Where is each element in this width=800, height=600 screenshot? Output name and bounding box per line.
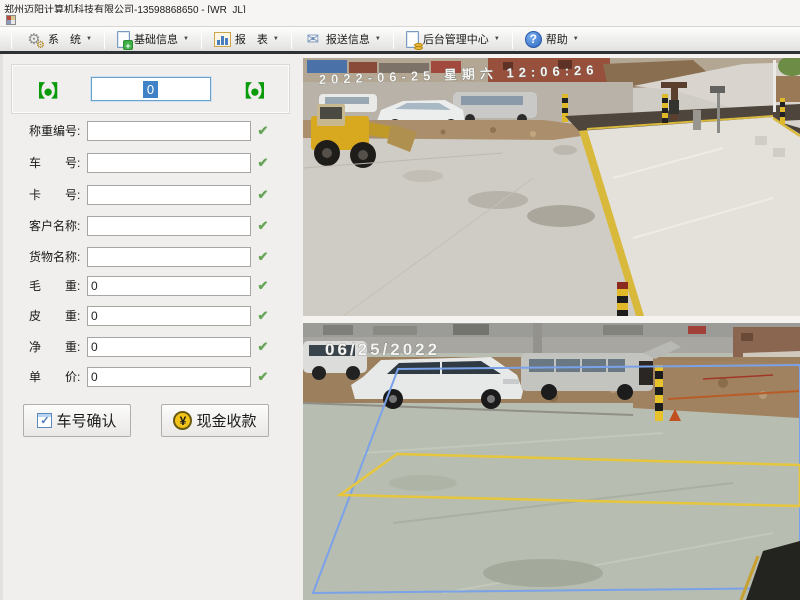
gross-weight-input[interactable] xyxy=(87,276,251,296)
chevron-down-icon: ▼ xyxy=(573,36,579,42)
check-icon: ✔ xyxy=(255,186,271,204)
app-icon[interactable] xyxy=(6,15,16,25)
toolbar-item-label: 报 表 xyxy=(235,31,268,47)
chevron-down-icon: ▼ xyxy=(86,36,92,42)
title-bar: 郑州迈阳计算机科技有限公司-13598868650 - [WR_JL] xyxy=(0,0,800,13)
check-icon: ✔ xyxy=(255,277,271,295)
toolbar-item-label: 报送信息 xyxy=(326,31,370,47)
report-icon xyxy=(214,32,231,47)
toolbar-item-report[interactable]: 报 表 ▼ xyxy=(207,28,286,51)
camera-bottom-scene: 06/25/2022 xyxy=(303,323,800,600)
field-label: 皮 重: xyxy=(29,306,87,327)
unit-price-input[interactable] xyxy=(87,367,251,387)
form-row-net-weight: 净 重: ✔ xyxy=(3,337,306,358)
check-icon: ✔ xyxy=(255,122,271,140)
toolbar-item-admin-center[interactable]: 后台管理中心 ▼ xyxy=(399,28,507,51)
toolbar-item-base-info[interactable]: + 基础信息 ▼ xyxy=(110,28,196,51)
check-icon: ✔ xyxy=(255,307,271,325)
field-label: 单 价: xyxy=(29,367,87,388)
yuan-coin-icon: ¥ xyxy=(173,411,192,430)
form-row-vehicle-no: 车 号: ✔ xyxy=(3,153,306,174)
camera-top-scene: 2022-06-25 星期六 12:06:26 xyxy=(303,58,800,316)
menu-row xyxy=(0,13,800,26)
checkbox-icon: ✓ xyxy=(37,413,52,428)
status-indicator-right: 【●】 xyxy=(235,77,273,102)
check-icon: ✔ xyxy=(255,217,271,235)
toolbar-item-send-info[interactable]: ✉ 报送信息 ▼ xyxy=(297,28,388,51)
form-row-unit-price: 单 价: ✔ xyxy=(3,367,306,388)
toolbar-item-label: 后台管理中心 xyxy=(423,31,489,47)
help-icon: ? xyxy=(525,31,542,48)
toolbar-item-label: 基础信息 xyxy=(134,31,178,47)
weighing-form-panel: 【●】 0 【●】 称重编号: ✔ 车 号: ✔ 卡 号: ✔ 客户名称: ✔ xyxy=(0,54,303,600)
toolbar-item-label: 帮助 xyxy=(546,31,568,47)
status-indicator-left: 【●】 xyxy=(28,77,66,102)
field-label: 卡 号: xyxy=(29,185,87,206)
base-info-icon: + xyxy=(117,31,130,48)
toolbar-separator xyxy=(201,30,202,49)
send-info-icon: ✉ xyxy=(304,31,322,47)
weight-value: 0 xyxy=(143,81,158,98)
form-row-weigh-no: 称重编号: ✔ xyxy=(3,121,306,142)
vehicle-confirm-button[interactable]: ✓ 车号确认 xyxy=(23,404,131,437)
check-icon: ✔ xyxy=(255,368,271,386)
toolbar-item-label: 系 统 xyxy=(48,31,81,47)
form-row-gross-weight: 毛 重: ✔ xyxy=(3,276,306,297)
gears-icon: ⚙ ⚙ xyxy=(24,29,44,49)
app-window: 郑州迈阳计算机科技有限公司-13598868650 - [WR_JL] ⚙ ⚙ … xyxy=(0,0,800,600)
cash-payment-label: 现金收款 xyxy=(196,410,256,431)
toolbar-separator xyxy=(11,30,12,49)
toolbar-separator xyxy=(291,30,292,49)
field-label: 称重编号: xyxy=(29,121,87,142)
chevron-down-icon: ▼ xyxy=(375,36,381,42)
weight-display-field[interactable]: 0 xyxy=(91,77,211,101)
toolbar-separator xyxy=(393,30,394,49)
toolbar-item-system[interactable]: ⚙ ⚙ 系 统 ▼ xyxy=(17,28,99,51)
vehicle-confirm-label: 车号确认 xyxy=(56,410,116,431)
admin-center-icon xyxy=(406,31,419,48)
net-weight-input[interactable] xyxy=(87,337,251,357)
check-icon: ✔ xyxy=(255,248,271,266)
field-label: 净 重: xyxy=(29,337,87,358)
toolbar: ⚙ ⚙ 系 统 ▼ + 基础信息 ▼ 报 表 ▼ ✉ 报送信息 xyxy=(0,26,800,51)
form-row-customer: 客户名称: ✔ xyxy=(3,216,306,237)
camera-bottom-timestamp: 06/25/2022 xyxy=(325,340,440,359)
toolbar-item-help[interactable]: ? 帮助 ▼ xyxy=(518,28,586,51)
goods-name-input[interactable] xyxy=(87,247,251,267)
customer-name-input[interactable] xyxy=(87,216,251,236)
camera-feed-top[interactable]: 2022-06-25 星期六 12:06:26 xyxy=(303,58,800,316)
field-label: 货物名称: xyxy=(29,247,87,268)
weight-display-group: 【●】 0 【●】 xyxy=(11,64,290,114)
field-label: 毛 重: xyxy=(29,276,87,297)
chevron-down-icon: ▼ xyxy=(183,36,189,42)
form-row-goods: 货物名称: ✔ xyxy=(3,247,306,268)
check-icon: ✔ xyxy=(255,338,271,356)
check-icon: ✔ xyxy=(255,154,271,172)
camera-feed-bottom[interactable]: 06/25/2022 xyxy=(303,323,800,600)
card-no-input[interactable] xyxy=(87,185,251,205)
chevron-down-icon: ▼ xyxy=(273,36,279,42)
toolbar-separator xyxy=(512,30,513,49)
form-row-card-no: 卡 号: ✔ xyxy=(3,185,306,206)
form-row-tare-weight: 皮 重: ✔ xyxy=(3,306,306,327)
field-label: 车 号: xyxy=(29,153,87,174)
chevron-down-icon: ▼ xyxy=(494,36,500,42)
weigh-no-input[interactable] xyxy=(87,121,251,141)
vehicle-no-input[interactable] xyxy=(87,153,251,173)
toolbar-separator xyxy=(104,30,105,49)
cash-payment-button[interactable]: ¥ 现金收款 xyxy=(161,404,269,437)
tare-weight-input[interactable] xyxy=(87,306,251,326)
field-label: 客户名称: xyxy=(29,216,87,237)
